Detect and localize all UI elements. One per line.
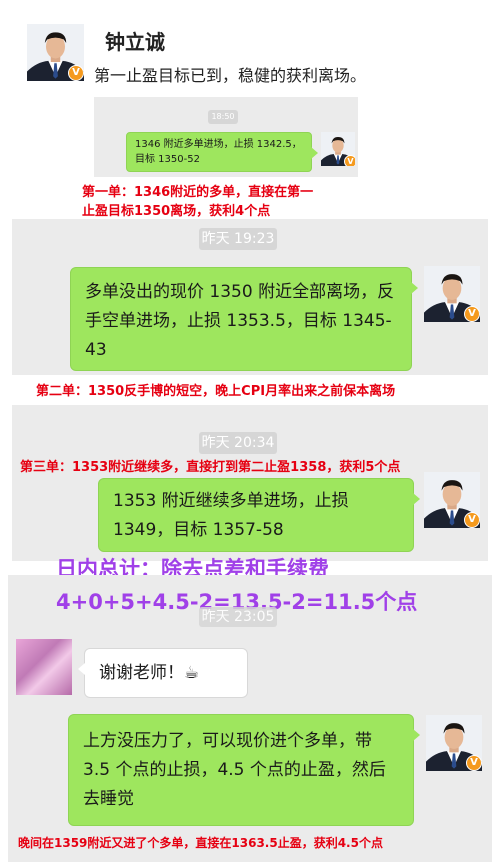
sender-name: 钟立诚 (105, 30, 165, 54)
message-text-1: 1346 附近多单进场，止损 1342.5，目标 1350-52 (135, 139, 302, 165)
verified-badge-icon: V (464, 512, 480, 528)
teacher-avatar-3[interactable]: V (424, 472, 480, 528)
timestamp-3: 昨天 20:34 (199, 432, 277, 454)
verified-badge-icon: V (466, 755, 482, 771)
teacher-avatar-4[interactable]: V (426, 715, 482, 771)
student-avatar-blurred[interactable] (16, 639, 72, 695)
sender-avatar[interactable]: V (27, 24, 84, 81)
verified-badge-icon: V (68, 65, 84, 81)
message-bubble-3[interactable]: 1353 附近继续多单进场，止损 1349，目标 1357-58 (98, 478, 420, 552)
message-bubble-2[interactable]: 多单没出的现价 1350 附近全部离场，反手空单进场，止损 1353.5，目标 … (70, 267, 418, 371)
reply-text: 谢谢老师！☕ (99, 663, 200, 683)
message-text-2: 多单没出的现价 1350 附近全部离场，反手空单进场，止损 1353.5，目标 … (85, 282, 395, 360)
timestamp-2: 昨天 19:23 (199, 228, 277, 250)
reply-bubble[interactable]: 谢谢老师！☕ (78, 648, 248, 698)
timestamp-4: 昨天 23:05 (199, 607, 277, 627)
message-text-3: 1353 附近继续多单进场，止损 1349，目标 1357-58 (113, 491, 349, 540)
annotation-trade-1a: 第一单：1346附近的多单，直接在第一 (82, 185, 314, 200)
timestamp-1: 18:50 (208, 110, 238, 124)
header-message: 第一止盈目标已到，稳健的获利离场。 (94, 66, 367, 85)
message-text-4: 上方没压力了，可以现价进个多单，带 3.5 个点的止损，4.5 个点的止盈，然后… (83, 731, 386, 809)
teacher-avatar-2[interactable]: V (424, 266, 480, 322)
message-bubble-4[interactable]: 上方没压力了，可以现价进个多单，带 3.5 个点的止损，4.5 个点的止盈，然后… (68, 714, 420, 826)
verified-badge-icon: V (464, 306, 480, 322)
teacher-avatar-1[interactable]: V (321, 132, 355, 166)
message-bubble-1[interactable]: 1346 附近多单进场，止损 1342.5，目标 1350-52 (126, 132, 318, 172)
annotation-trade-4: 晚间在1359附近又进了个多单，直接在1363.5止盈，获利4.5个点 (18, 836, 383, 850)
verified-badge-icon: V (344, 155, 355, 166)
annotation-trade-3: 第三单：1353附近继续多，直接打到第二止盈1358，获利5个点 (20, 460, 401, 475)
annotation-trade-1b: 止盈目标1350离场，获利4个点 (82, 204, 271, 219)
annotation-trade-2: 第二单：1350反手博的短空，晚上CPI月率出来之前保本离场 (36, 384, 396, 399)
